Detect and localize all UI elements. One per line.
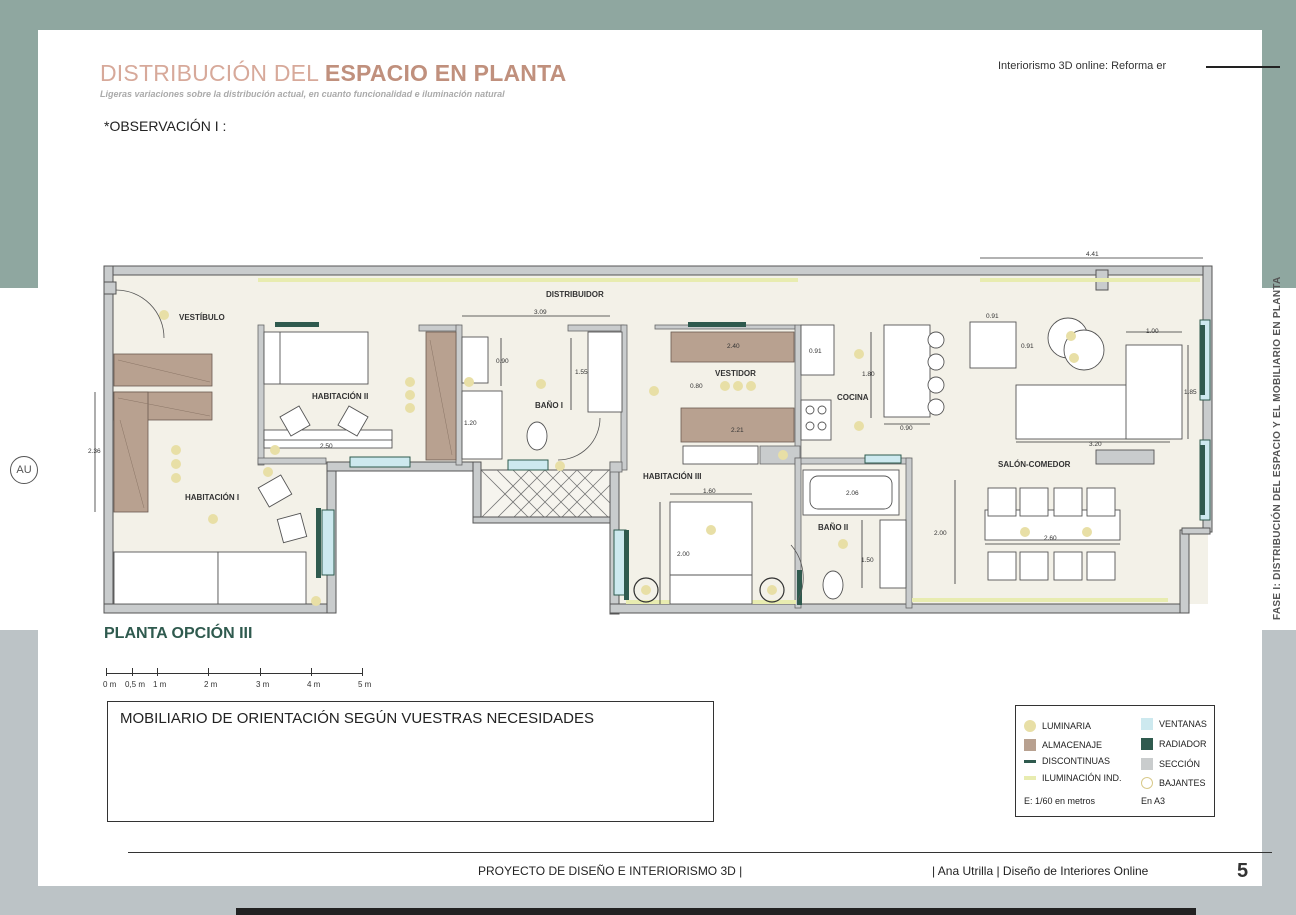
legend-bajantes: BAJANTES bbox=[1141, 777, 1206, 789]
legend-label: LUMINARIA bbox=[1042, 721, 1092, 731]
scale-tick bbox=[132, 668, 133, 676]
dim-260: 2.60 bbox=[1044, 535, 1057, 542]
armchair bbox=[969, 321, 1017, 369]
scale-label: 3 m bbox=[256, 680, 270, 689]
room-cocina: COCINA bbox=[837, 393, 869, 402]
dim-090b: 0.90 bbox=[900, 425, 913, 432]
footer-divider bbox=[128, 852, 1272, 853]
legend-label: RADIADOR bbox=[1159, 739, 1207, 749]
plan-title: PLANTA OPCIÓN III bbox=[104, 625, 253, 642]
legend-radiador: RADIADOR bbox=[1141, 738, 1207, 750]
page-number: 5 bbox=[1237, 860, 1249, 882]
bajantes-swatch bbox=[1141, 777, 1153, 789]
scale-tick bbox=[311, 668, 312, 676]
scale-tick bbox=[157, 668, 158, 676]
legend-label: SECCIÓN bbox=[1159, 759, 1201, 769]
room-bano-ii: BAÑO II bbox=[818, 523, 848, 532]
ventanas-swatch bbox=[1141, 718, 1153, 730]
legend-seccion: SECCIÓN bbox=[1141, 758, 1200, 770]
room-bano-i: BAÑO I bbox=[535, 401, 563, 410]
dim-221: 2.21 bbox=[731, 427, 744, 434]
notes-title: MOBILIARIO DE ORIENTACIÓN SEGÚN VUESTRAS… bbox=[120, 710, 594, 727]
room-distribuidor: DISTRIBUIDOR bbox=[546, 290, 604, 299]
legend-label: ALMACENAJE bbox=[1042, 740, 1103, 750]
scale-label: 2 m bbox=[204, 680, 218, 689]
iluminacion-swatch bbox=[1024, 776, 1036, 780]
scale-label: 1 m bbox=[153, 680, 167, 689]
dim-250: 2.50 bbox=[320, 443, 333, 450]
terrace-hatch bbox=[480, 469, 612, 519]
scale-tick bbox=[106, 668, 107, 676]
room-habitacion-iii: HABITACIÓN III bbox=[643, 472, 702, 481]
seccion-swatch bbox=[1141, 758, 1153, 770]
legend-box: LUMINARIA ALMACENAJE DISCONTINUAS ILUMIN… bbox=[1015, 705, 1215, 817]
luminaria-swatch bbox=[1024, 720, 1036, 732]
legend-label: ILUMINACIÓN IND. bbox=[1042, 773, 1122, 783]
room-vestibulo: VESTÍBULO bbox=[179, 313, 225, 322]
dim-320: 3.20 bbox=[1089, 441, 1102, 448]
room-salon-comedor: SALÓN-COMEDOR bbox=[998, 460, 1071, 469]
kitchen-island bbox=[883, 324, 931, 418]
legend-label: DISCONTINUAS bbox=[1042, 756, 1111, 766]
dim-090a: 0.90 bbox=[496, 358, 509, 365]
dim-240: 2.40 bbox=[727, 343, 740, 350]
radiador-swatch bbox=[1141, 738, 1153, 750]
legend-iluminacion: ILUMINACIÓN IND. bbox=[1024, 773, 1122, 783]
footer-project: PROYECTO DE DISEÑO E INTERIORISMO 3D | bbox=[478, 864, 743, 878]
discontinuas-swatch bbox=[1024, 759, 1036, 763]
dim-091c: 0.91 bbox=[1021, 343, 1034, 350]
dim-120: 1.20 bbox=[464, 420, 477, 427]
legend-label: BAJANTES bbox=[1159, 778, 1206, 788]
dim-185: 1.85 bbox=[1184, 389, 1197, 396]
dim-080: 0.80 bbox=[690, 383, 703, 390]
room-vestidor: VESTIDOR bbox=[715, 369, 756, 378]
dim-200b: 2.00 bbox=[934, 530, 947, 537]
toilet-bano-i bbox=[526, 421, 548, 451]
scale-tick bbox=[260, 668, 261, 676]
dim-150: 1.50 bbox=[861, 557, 874, 564]
dim-236: 2.36 bbox=[88, 448, 101, 455]
scale-label: 5 m bbox=[358, 680, 372, 689]
dim-441: 4.41 bbox=[1086, 251, 1099, 258]
scale-label: 4 m bbox=[307, 680, 321, 689]
dim-180: 1.80 bbox=[862, 371, 875, 378]
dim-155: 1.55 bbox=[575, 369, 588, 376]
bottom-bar bbox=[236, 908, 1196, 915]
dim-309: 3.09 bbox=[534, 309, 547, 316]
bed-habitacion-i bbox=[113, 551, 219, 605]
scale-tick bbox=[208, 668, 209, 676]
legend-luminaria: LUMINARIA bbox=[1024, 720, 1091, 732]
scale-label: 0 m bbox=[103, 680, 117, 689]
dim-200a: 2.00 bbox=[677, 551, 690, 558]
scale-label: 0,5 m bbox=[125, 680, 146, 689]
dim-091a: 0.91 bbox=[809, 348, 822, 355]
legend-scale-note: E: 1/60 en metros bbox=[1024, 796, 1096, 806]
notes-box: MOBILIARIO DE ORIENTACIÓN SEGÚN VUESTRAS… bbox=[107, 701, 714, 822]
toilet-bano-ii bbox=[822, 570, 844, 600]
dim-100: 1.00 bbox=[1146, 328, 1159, 335]
legend-label: VENTANAS bbox=[1159, 719, 1207, 729]
footer-author: | Ana Utrilla | Diseño de Interiores Onl… bbox=[932, 864, 1149, 878]
dim-091b: 0.91 bbox=[986, 313, 999, 320]
room-habitacion-i: HABITACIÓN I bbox=[185, 493, 239, 502]
room-habitacion-ii: HABITACIÓN II bbox=[312, 392, 368, 401]
legend-ventanas: VENTANAS bbox=[1141, 718, 1207, 730]
scale-bar bbox=[106, 673, 362, 674]
legend-almacenaje: ALMACENAJE bbox=[1024, 739, 1102, 751]
scale-tick bbox=[362, 668, 363, 676]
dim-160: 1.60 bbox=[703, 488, 716, 495]
almacenaje-swatch bbox=[1024, 739, 1036, 751]
legend-paper-note: En A3 bbox=[1141, 796, 1166, 806]
legend-discontinuas: DISCONTINUAS bbox=[1024, 756, 1110, 766]
dim-206: 2.06 bbox=[846, 490, 859, 497]
